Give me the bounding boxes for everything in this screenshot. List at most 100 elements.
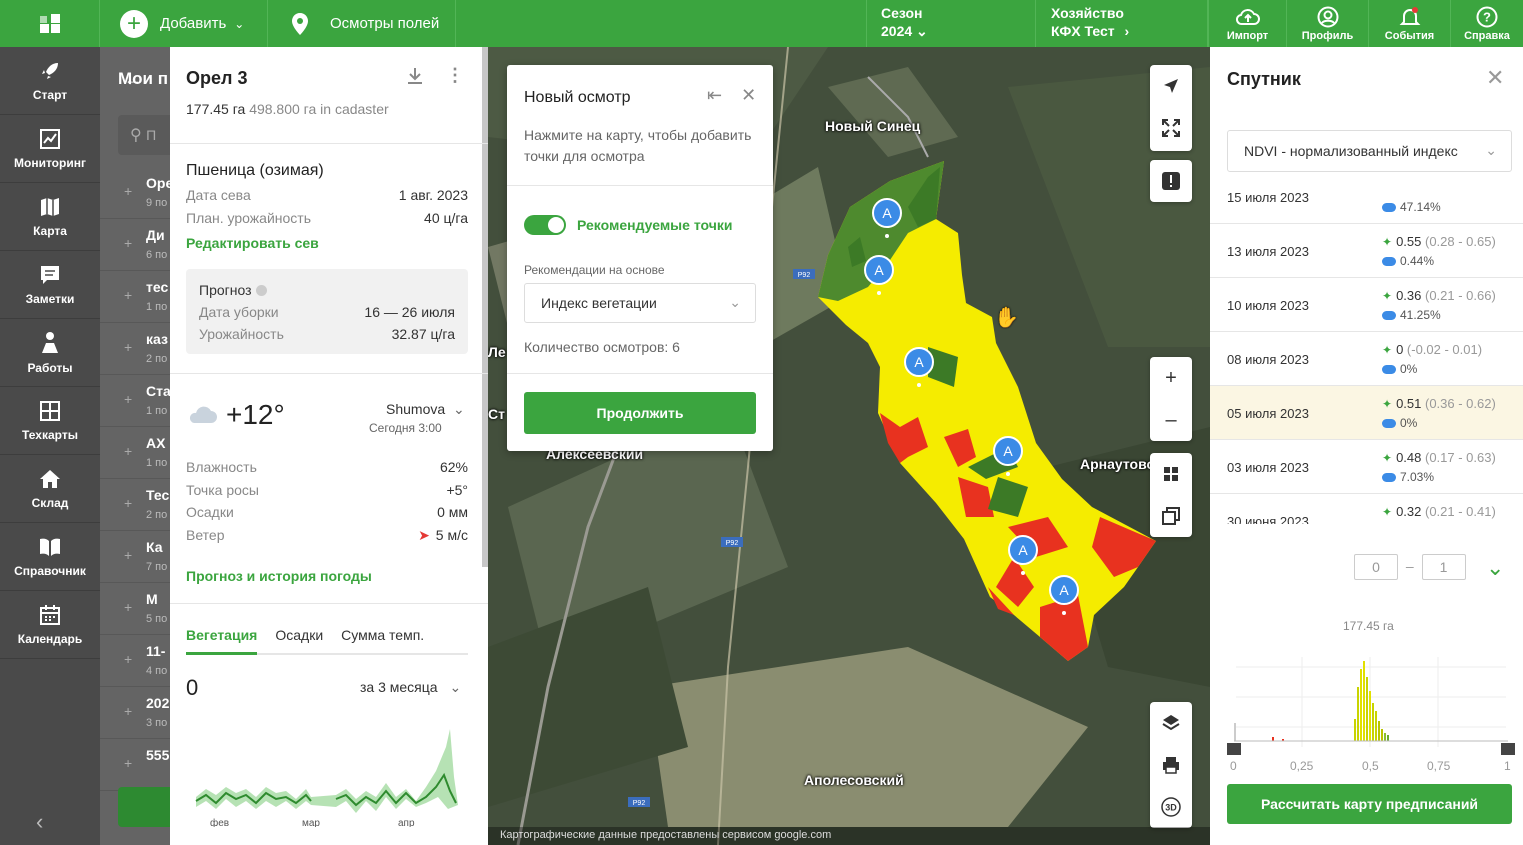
list-item[interactable]: + Ка 7 по [100, 531, 170, 583]
list-item[interactable]: + Ди 6 по [100, 219, 170, 271]
fullscreen-button[interactable] [1150, 107, 1192, 149]
inspection-point-marker[interactable]: A [904, 347, 934, 377]
help-button[interactable]: ? Справка [1450, 0, 1523, 47]
add-field-button[interactable] [118, 787, 170, 827]
tab-precipitation[interactable]: Осадки [275, 625, 323, 655]
list-item[interactable]: 03 июля 2023 ✦ 0.48 (0.17 - 0.63) 7.03% [1210, 440, 1523, 494]
list-item-selected[interactable]: 05 июля 2023 ✦ 0.51 (0.36 - 0.62) 0% [1210, 386, 1523, 440]
nav-map[interactable]: Карта [0, 183, 100, 251]
inspection-point-marker[interactable]: A [864, 255, 894, 285]
nav-monitoring[interactable]: Мониторинг [0, 115, 100, 183]
more-options-icon[interactable]: ⋮ [446, 65, 464, 86]
list-item[interactable]: + М 5 по [100, 583, 170, 635]
divider [507, 185, 773, 186]
cloud-upload-icon [1235, 8, 1260, 25]
download-icon[interactable] [406, 67, 424, 90]
list-item[interactable]: + АХ 1 по [100, 427, 170, 479]
season-value: 2024 [881, 23, 913, 39]
list-item[interactable]: +202 3 по [100, 687, 170, 739]
bell-icon [1399, 6, 1420, 25]
divider [507, 373, 773, 374]
list-item[interactable]: 30 июня 2023 ✦ 0.32 (0.21 - 0.41) [1210, 494, 1523, 524]
nav-start[interactable]: Старт [0, 47, 100, 115]
tab-vegetation[interactable]: Вегетация [186, 625, 258, 655]
zoom-in-button[interactable]: + [1150, 357, 1192, 399]
nav-warehouse[interactable]: Склад [0, 455, 100, 523]
list-item[interactable]: 15 июля 2023 47.14% [1210, 192, 1523, 224]
recommended-points-toggle[interactable] [524, 215, 566, 235]
farm-selector[interactable]: Хозяйство КФХ Тест › [1036, 0, 1208, 47]
list-item[interactable]: 08 июля 2023 ✦ 0 (-0.02 - 0.01) 0% [1210, 332, 1523, 386]
add-button[interactable]: + Добавить ⌄ [100, 0, 268, 47]
inspection-point-marker[interactable]: A [993, 436, 1023, 466]
dialog-hint: Нажмите на карту, чтобы добавить точки д… [524, 127, 752, 164]
range-min-input[interactable]: 0 [1354, 554, 1398, 580]
plus-icon: + [124, 287, 133, 303]
inspection-point-marker[interactable]: A [1049, 575, 1079, 605]
cloud-icon [186, 403, 218, 430]
sowing-date-row: Дата сева 1 авг. 2023 [186, 187, 468, 203]
compare-button[interactable] [1150, 495, 1192, 537]
list-item[interactable]: + Ста 1 по [100, 375, 170, 427]
events-button[interactable]: События [1368, 0, 1450, 47]
close-icon[interactable]: ✕ [1486, 65, 1504, 91]
calculate-prescription-map-button[interactable]: Рассчитать карту предписаний [1227, 784, 1512, 824]
cloud-icon [1382, 311, 1396, 320]
chart-tabs: Вегетация Осадки Сумма темп. [186, 625, 468, 655]
index-select[interactable]: NDVI - нормализованный индекс ⌄ [1227, 130, 1512, 172]
import-button[interactable]: Импорт [1208, 0, 1286, 47]
profile-button[interactable]: Профиль [1286, 0, 1368, 47]
close-icon[interactable]: ✕ [741, 85, 756, 105]
field-detail-panel: Орел 3 ⋮ 177.45 га 498.800 га in cadaste… [170, 47, 488, 845]
tab-temperature-sum[interactable]: Сумма темп. [341, 625, 424, 655]
forecast-yield-row: Урожайность 32.87 ц/га [199, 326, 455, 342]
list-item[interactable]: + Оре 9 по [100, 167, 170, 219]
list-item[interactable]: +555 [100, 739, 170, 791]
harvest-date-row: Дата уборки 16 — 26 июля [199, 304, 455, 320]
expand-chevron-icon[interactable]: ⌄ [1486, 555, 1504, 581]
list-item[interactable]: 13 июля 2023 ✦ 0.55 (0.28 - 0.65) 0.44% [1210, 224, 1523, 278]
info-icon[interactable] [255, 285, 267, 296]
layers-button[interactable] [1150, 702, 1192, 744]
humidity-row: Влажность 62% [186, 459, 468, 475]
app-logo[interactable] [0, 0, 100, 47]
locate-me-button[interactable] [1150, 65, 1192, 107]
field-inspections-button[interactable]: Осмотры полей [268, 0, 456, 47]
nav-label: Склад [31, 495, 69, 510]
collapse-nav-icon[interactable]: ‹ [0, 809, 100, 835]
list-item[interactable]: + тес 1 по [100, 271, 170, 323]
divider [170, 143, 488, 144]
inspection-count: Количество осмотров: 6 [524, 339, 680, 355]
range-max-input[interactable]: 1 [1421, 554, 1466, 580]
nav-calendar[interactable]: Календарь [0, 591, 100, 659]
list-item[interactable]: +11- 4 по [100, 635, 170, 687]
list-item[interactable]: + Тес 2 по [100, 479, 170, 531]
map-icon [41, 197, 59, 216]
inspection-point-marker[interactable]: A [872, 198, 902, 228]
inspection-point-marker[interactable]: A [1008, 535, 1038, 565]
wind-direction-icon: ➤ [418, 527, 430, 543]
print-button[interactable] [1150, 744, 1192, 786]
nav-works[interactable]: Работы [0, 319, 100, 387]
continue-button[interactable]: Продолжить [524, 392, 756, 434]
nav-reference[interactable]: Справочник [0, 523, 100, 591]
nav-notes[interactable]: Заметки [0, 251, 100, 319]
nav-techcards[interactable]: Техкарты [0, 387, 100, 455]
alerts-button[interactable] [1150, 160, 1192, 202]
period-select[interactable]: за 3 месяца ⌄ [360, 679, 461, 696]
weather-location-select[interactable]: Shumova ⌄ [386, 401, 465, 418]
plus-icon: + [124, 235, 133, 251]
edit-sowing-link[interactable]: Редактировать сев [186, 235, 319, 251]
list-item[interactable]: 10 июля 2023 ✦ 0.36 (0.21 - 0.66) 41.25% [1210, 278, 1523, 332]
weather-history-link[interactable]: Прогноз и история погоды [186, 568, 372, 584]
list-item[interactable]: + каз 2 по [100, 323, 170, 375]
road-label: Р92 [726, 540, 739, 547]
collapse-panel-icon[interactable]: ⇤ [707, 85, 722, 105]
zoom-out-button[interactable]: – [1150, 399, 1192, 441]
3d-view-button[interactable]: 3D [1150, 786, 1192, 828]
legend-button[interactable] [1150, 453, 1192, 495]
hand-cursor-icon: ✋ [994, 307, 1019, 329]
recommendation-basis-select[interactable]: Индекс вегетации ⌄ [524, 283, 756, 323]
field-search-input[interactable]: ⚲ П [118, 115, 170, 155]
season-selector[interactable]: Сезон 2024 ⌄ [866, 0, 1036, 47]
